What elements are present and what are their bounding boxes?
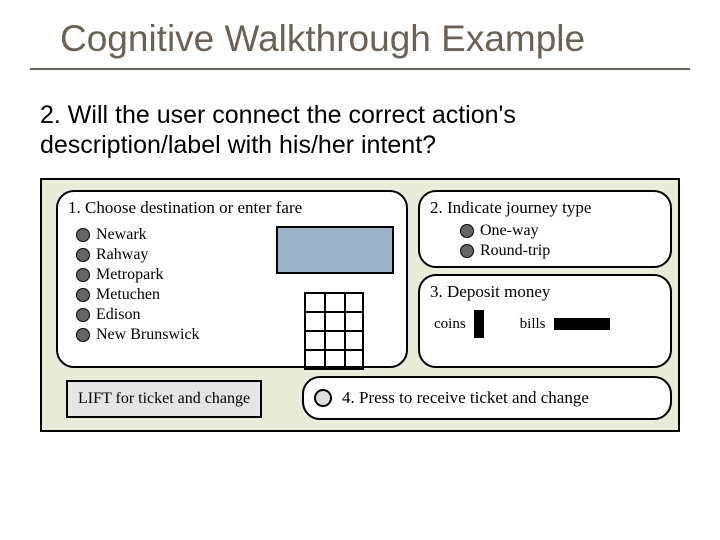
destination-list: Newark Rahway Metropark Metuchen Edison …: [76, 226, 200, 346]
panel2-title: 2. Indicate journey type: [430, 198, 660, 218]
destination-label: Metropark: [96, 266, 164, 284]
lift-tray[interactable]: LIFT for ticket and change: [66, 380, 262, 418]
radio-icon: [460, 224, 474, 238]
journey-option[interactable]: One-way: [460, 222, 550, 240]
journey-label: Round-trip: [480, 242, 550, 260]
destination-label: Edison: [96, 306, 140, 324]
journey-label: One-way: [480, 222, 539, 240]
panel-deposit-money: 3. Deposit money coins bills: [418, 274, 672, 368]
panel4-label: 4. Press to receive ticket and change: [342, 388, 589, 408]
coin-slot-icon[interactable]: [474, 310, 484, 338]
radio-icon: [76, 248, 90, 262]
panel1-title: 1. Choose destination or enter fare: [68, 198, 396, 218]
destination-label: Newark: [96, 226, 147, 244]
radio-icon: [460, 244, 474, 258]
radio-icon: [76, 268, 90, 282]
bills-label: bills: [520, 316, 546, 333]
journey-option[interactable]: Round-trip: [460, 242, 550, 260]
panel-journey-type: 2. Indicate journey type One-way Round-t…: [418, 190, 672, 268]
destination-label: New Brunswick: [96, 326, 200, 344]
press-button[interactable]: [314, 389, 332, 407]
title-underline: [30, 68, 690, 70]
destination-option[interactable]: Edison: [76, 306, 200, 324]
question-text: 2. Will the user connect the correct act…: [0, 90, 720, 178]
kiosk-frame: 1. Choose destination or enter fare Newa…: [40, 178, 680, 432]
destination-option[interactable]: Rahway: [76, 246, 200, 264]
destination-option[interactable]: Metropark: [76, 266, 200, 284]
destination-label: Metuchen: [96, 286, 160, 304]
fare-display-screen: [276, 226, 394, 274]
radio-icon: [76, 308, 90, 322]
keypad[interactable]: [304, 292, 364, 370]
radio-icon: [76, 228, 90, 242]
journey-type-list: One-way Round-trip: [460, 222, 550, 262]
panel3-title: 3. Deposit money: [430, 282, 660, 302]
panel-press-receive: 4. Press to receive ticket and change: [302, 376, 672, 420]
radio-icon: [76, 328, 90, 342]
slide-title: Cognitive Walkthrough Example: [0, 0, 720, 68]
money-slots: coins bills: [434, 310, 610, 338]
destination-option[interactable]: Metuchen: [76, 286, 200, 304]
destination-label: Rahway: [96, 246, 148, 264]
coins-label: coins: [434, 316, 466, 333]
destination-option[interactable]: Newark: [76, 226, 200, 244]
radio-icon: [76, 288, 90, 302]
panel-choose-destination: 1. Choose destination or enter fare Newa…: [56, 190, 408, 368]
bill-slot-icon[interactable]: [554, 318, 610, 330]
destination-option[interactable]: New Brunswick: [76, 326, 200, 344]
